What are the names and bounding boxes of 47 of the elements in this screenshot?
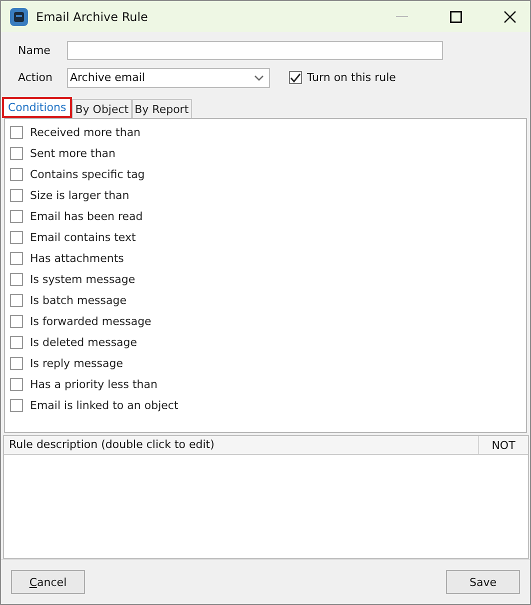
- tab[interactable]: By Report: [132, 99, 192, 118]
- condition-label: Has attachments: [30, 252, 124, 265]
- condition-checkbox[interactable]: [10, 168, 23, 181]
- chevron-down-icon: [254, 74, 264, 80]
- condition-label: Email is linked to an object: [30, 399, 178, 412]
- maximize-icon[interactable]: [450, 10, 462, 22]
- condition-label: Email contains text: [30, 231, 136, 244]
- column-header: Rule description (double click to edit): [4, 436, 479, 454]
- condition-checkbox[interactable]: [10, 252, 23, 265]
- tab[interactable]: By Object: [72, 99, 132, 118]
- condition-checkbox[interactable]: [10, 399, 23, 412]
- condition-label: Received more than: [30, 126, 141, 139]
- condition-checkbox[interactable]: [10, 189, 23, 202]
- condition-label: Contains specific tag: [30, 168, 145, 181]
- turn-on-label: Turn on this rule: [307, 71, 396, 84]
- condition-checkbox[interactable]: [10, 357, 23, 370]
- condition-label: Size is larger than: [30, 189, 130, 202]
- action-label: Action: [18, 71, 54, 84]
- condition-label: Has a priority less than: [30, 378, 158, 391]
- condition-label: Is deleted message: [30, 336, 138, 349]
- condition-label: Email has been read: [30, 210, 143, 223]
- condition-checkbox[interactable]: [10, 378, 23, 391]
- window-title: Email Archive Rule: [36, 10, 148, 24]
- condition-label: Is batch message: [30, 294, 126, 307]
- minimize-icon[interactable]: [396, 16, 408, 18]
- condition-label: Is forwarded message: [30, 315, 152, 328]
- cancel-button[interactable]: Cancel: [11, 570, 85, 594]
- action-dropdown[interactable]: Archive email: [67, 68, 270, 88]
- tab[interactable]: Conditions: [2, 97, 72, 118]
- condition-checkbox[interactable]: [10, 126, 23, 139]
- condition-checkbox[interactable]: [10, 147, 23, 160]
- condition-label: Is system message: [30, 273, 136, 286]
- save-button[interactable]: Save: [446, 570, 520, 594]
- close-icon[interactable]: [504, 10, 516, 22]
- name-label: Name: [18, 44, 52, 57]
- app-icon: [10, 8, 28, 26]
- condition-checkbox[interactable]: [10, 294, 23, 307]
- condition-label: Sent more than: [30, 147, 116, 160]
- turn-on-checkbox[interactable]: [289, 71, 302, 84]
- condition-checkbox[interactable]: [10, 273, 23, 286]
- column-header: NOT: [490, 438, 516, 452]
- condition-checkbox[interactable]: [10, 231, 23, 244]
- condition-checkbox[interactable]: [10, 315, 23, 328]
- name-field[interactable]: [67, 41, 443, 60]
- condition-checkbox[interactable]: [10, 210, 23, 223]
- condition-checkbox[interactable]: [10, 336, 23, 349]
- condition-label: Is reply message: [30, 357, 124, 370]
